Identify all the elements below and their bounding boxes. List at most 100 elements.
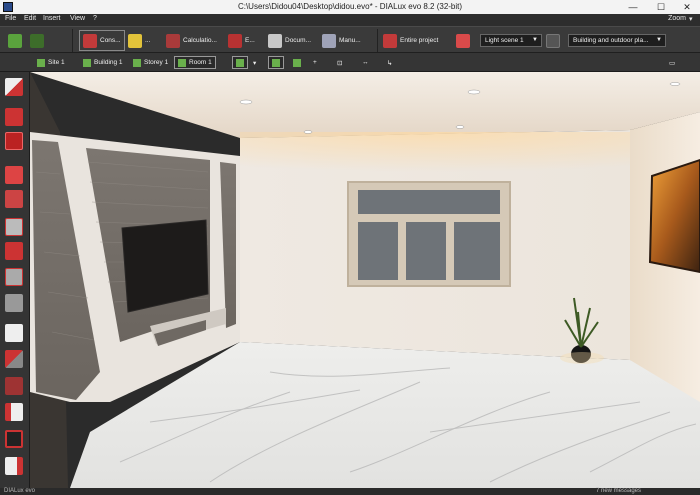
light-mode-button[interactable]: ... [128, 30, 150, 51]
breadcrumb-storey[interactable]: Storey 1 [130, 56, 171, 69]
menu-help[interactable]: ? [93, 15, 97, 22]
monitor-icon[interactable]: ▭ [666, 56, 678, 69]
selection-tool-icon[interactable] [5, 457, 23, 475]
wall-tool-icon[interactable] [5, 108, 23, 126]
3d-viewport[interactable] [30, 72, 700, 488]
menu-edit[interactable]: Edit [24, 15, 36, 22]
view-floor-button[interactable] [290, 56, 306, 69]
measure-icon[interactable]: ↔ [359, 56, 372, 69]
window-pane-top [358, 190, 500, 214]
cuboid-tool-icon[interactable] [5, 132, 23, 150]
roof-tool-icon[interactable] [5, 242, 23, 260]
breadcrumb-room[interactable]: Room 1 [174, 56, 216, 69]
export-mode-button[interactable]: E... [228, 30, 255, 51]
window-pane-left [358, 222, 398, 280]
section-tool-icon[interactable] [5, 403, 23, 421]
ceiling [30, 72, 700, 138]
manufacturers-mode-button[interactable]: Manu... [322, 30, 361, 51]
title-bar: C:\Users\Didou04\Desktop\didou.evo* - DI… [0, 0, 700, 14]
room-icon [178, 58, 186, 67]
downlight [455, 125, 465, 129]
documentation-mode-button[interactable]: Docum... [268, 30, 311, 51]
undo-icon [30, 33, 44, 48]
status-bar: DIALux evo 7 new messages [0, 488, 700, 495]
measure-tool-icon[interactable] [5, 377, 23, 395]
axis-icon[interactable]: ↳ [384, 56, 395, 69]
breadcrumb-storey-label: Storey 1 [144, 59, 169, 66]
furniture-tool-icon[interactable] [5, 324, 23, 342]
window-title: C:\Users\Didou04\Desktop\didou.evo* - DI… [237, 2, 463, 11]
breadcrumb-building[interactable]: Building 1 [80, 56, 126, 69]
add-view-icon[interactable]: + [310, 56, 320, 69]
downlight [303, 130, 313, 134]
documentation-icon [268, 33, 282, 48]
downlight [467, 89, 481, 95]
close-button[interactable]: ✕ [674, 0, 700, 14]
downlight [239, 99, 253, 105]
entire-project-button[interactable]: Entire project [383, 30, 438, 51]
menu-file[interactable]: File [5, 15, 16, 22]
cube-icon [272, 58, 280, 67]
secondary-toolbar: Site 1 Building 1 Storey 1 Room 1 ▾ + ⊡ … [0, 53, 700, 72]
construction-icon [83, 33, 97, 48]
window-pane-right [454, 222, 500, 280]
manufacturers-icon [322, 33, 336, 48]
planning-mode-value: Building and outdoor pla... [573, 37, 649, 44]
room-shape-icon [236, 58, 244, 67]
stairs-tool-icon[interactable] [5, 218, 23, 236]
calculation-mode-button[interactable]: Calculatio... [166, 30, 217, 51]
view-3d-button[interactable] [268, 56, 284, 69]
window-pane-middle [406, 222, 446, 280]
light-label: ... [145, 37, 151, 44]
settings-icon [546, 33, 560, 48]
site-icon [37, 58, 45, 67]
room-tool-icon[interactable] [5, 78, 23, 96]
room-shape-button[interactable] [232, 56, 248, 69]
light-icon [128, 33, 142, 48]
door-tool-icon[interactable] [5, 190, 23, 208]
light-scene-settings-button[interactable] [546, 30, 560, 51]
messages-indicator[interactable]: 7 new messages [596, 488, 641, 494]
save-icon [8, 33, 22, 48]
calculation-label: Calculatio... [183, 37, 217, 44]
fit-view-icon[interactable]: ⊡ [334, 56, 345, 69]
toolbar-divider [377, 29, 378, 52]
plant-uplight-glow [560, 352, 604, 364]
breadcrumb-site[interactable]: Site 1 [34, 56, 68, 69]
manufacturers-label: Manu... [339, 37, 361, 44]
planning-mode-dropdown[interactable]: Building and outdoor pla... ▼ [568, 34, 666, 47]
construction-mode-button[interactable]: Cons... [79, 30, 125, 51]
main-toolbar: Cons... ... Calculatio... E... Docum... … [0, 26, 700, 53]
wall-painting [648, 158, 700, 274]
documentation-label: Docum... [285, 37, 312, 44]
room-render[interactable] [30, 72, 700, 488]
save-button[interactable] [8, 30, 22, 51]
view-tool-icon[interactable] [5, 430, 23, 448]
floor-tool-icon[interactable] [5, 294, 23, 312]
toolbar-divider [72, 29, 73, 52]
undo-button[interactable] [30, 30, 44, 51]
building-icon [83, 58, 91, 67]
add-dropdown-icon[interactable]: ▾ [250, 56, 259, 69]
stop-icon [456, 33, 470, 48]
window-tool-icon[interactable] [5, 166, 23, 184]
zoom-label[interactable]: Zoom [668, 15, 686, 22]
light-scene-value: Light scene 1 [485, 37, 524, 44]
light-scene-dropdown[interactable]: Light scene 1 ▼ [480, 34, 542, 47]
menu-view[interactable]: View [70, 15, 85, 22]
material-tool-icon[interactable] [5, 350, 23, 368]
calculate-icon [383, 33, 397, 48]
menu-insert[interactable]: Insert [43, 15, 61, 22]
maximize-button[interactable]: ☐ [648, 0, 674, 14]
stop-calculation-button[interactable] [456, 30, 470, 51]
menu-bar: File Edit Insert View ? Zoom ▾ [0, 14, 700, 26]
zoom-dropdown-icon[interactable]: ▾ [689, 15, 693, 23]
construction-label: Cons... [100, 37, 121, 44]
breadcrumb-room-label: Room 1 [189, 59, 212, 66]
ceiling-tool-icon[interactable] [5, 268, 23, 286]
status-app-name: DIALux evo [4, 488, 36, 494]
minimize-button[interactable]: — [620, 0, 646, 14]
breadcrumb-building-label: Building 1 [94, 59, 123, 66]
export-label: E... [245, 37, 255, 44]
cove-light-glow [240, 132, 630, 172]
